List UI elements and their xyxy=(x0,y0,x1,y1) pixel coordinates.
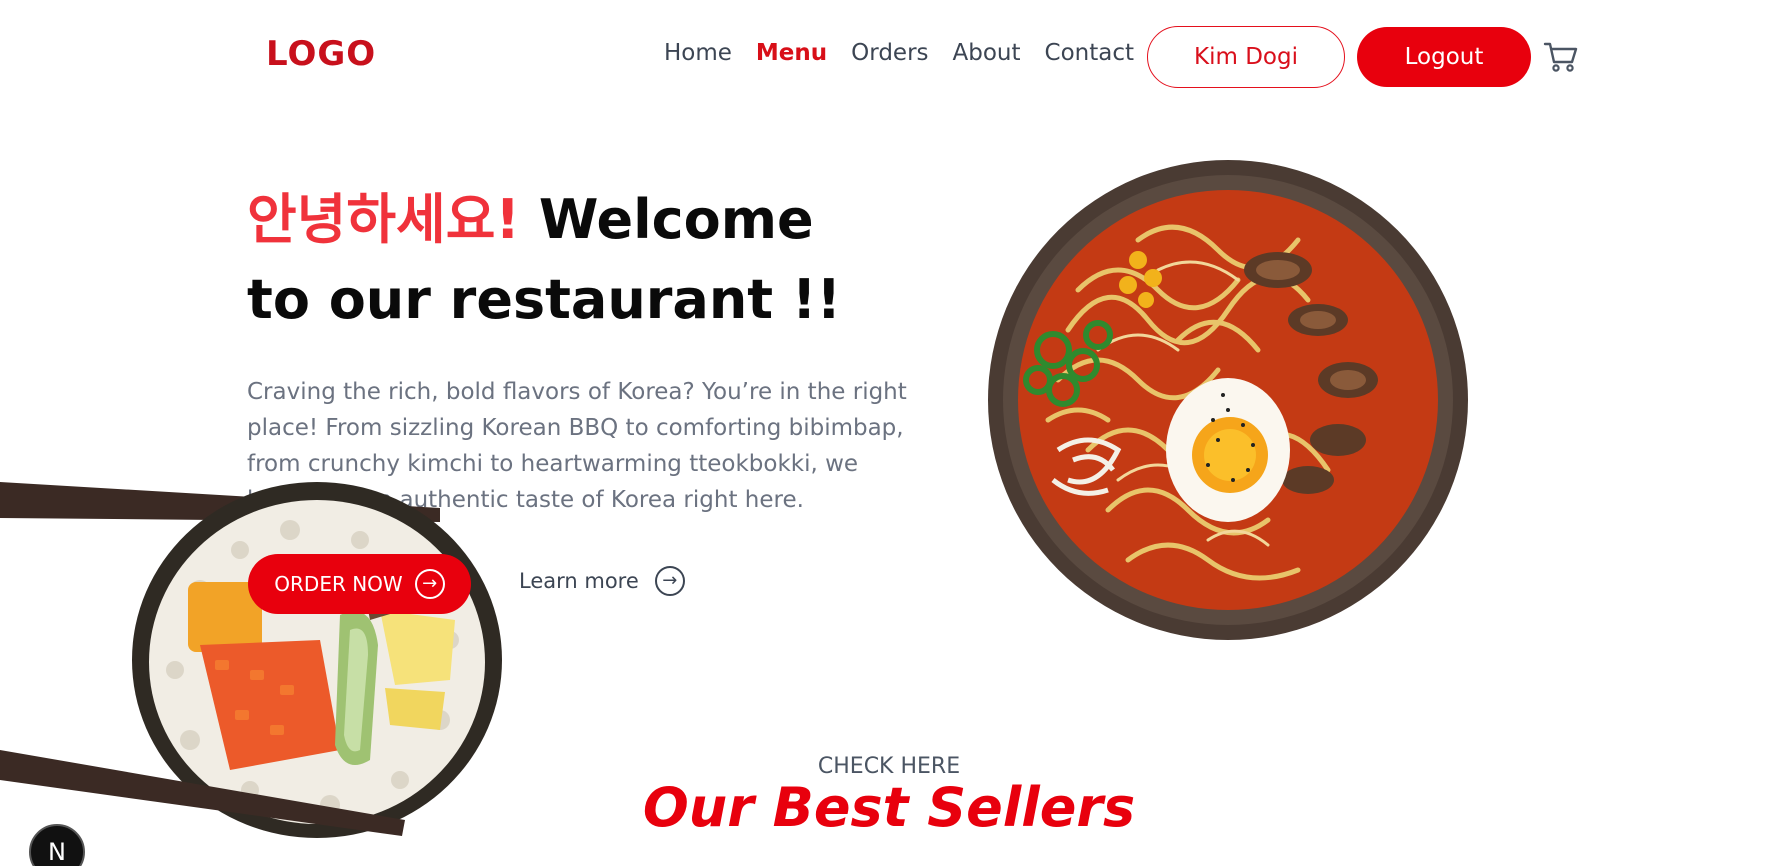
nav-about[interactable]: About xyxy=(953,40,1021,66)
main-nav: Home Menu Orders About Contact xyxy=(664,40,1134,66)
arrow-right-circle-icon: → xyxy=(654,566,685,596)
hero-title-korean: 안녕하세요! xyxy=(247,188,521,251)
nav-home[interactable]: Home xyxy=(664,40,732,66)
nav-menu[interactable]: Menu xyxy=(756,40,827,66)
hero-title: 안녕하세요! Welcome to our restaurant !! xyxy=(247,180,887,340)
nav-orders[interactable]: Orders xyxy=(851,40,928,66)
logout-button[interactable]: Logout xyxy=(1357,27,1531,87)
user-profile-button[interactable]: Kim Dogi xyxy=(1147,26,1345,88)
order-now-label: ORDER NOW xyxy=(274,572,403,596)
logo[interactable]: LOGO xyxy=(266,34,376,74)
ramen-bowl-image xyxy=(988,160,1468,640)
cart-icon[interactable] xyxy=(1543,40,1579,74)
arrow-right-circle-icon: → xyxy=(414,569,445,599)
kimbap-chopsticks-image xyxy=(0,482,502,838)
order-now-button[interactable]: ORDER NOW → xyxy=(248,554,471,614)
learn-more-label: Learn more xyxy=(519,569,639,593)
learn-more-link[interactable]: Learn more → xyxy=(519,566,685,596)
nav-contact[interactable]: Contact xyxy=(1045,40,1134,66)
